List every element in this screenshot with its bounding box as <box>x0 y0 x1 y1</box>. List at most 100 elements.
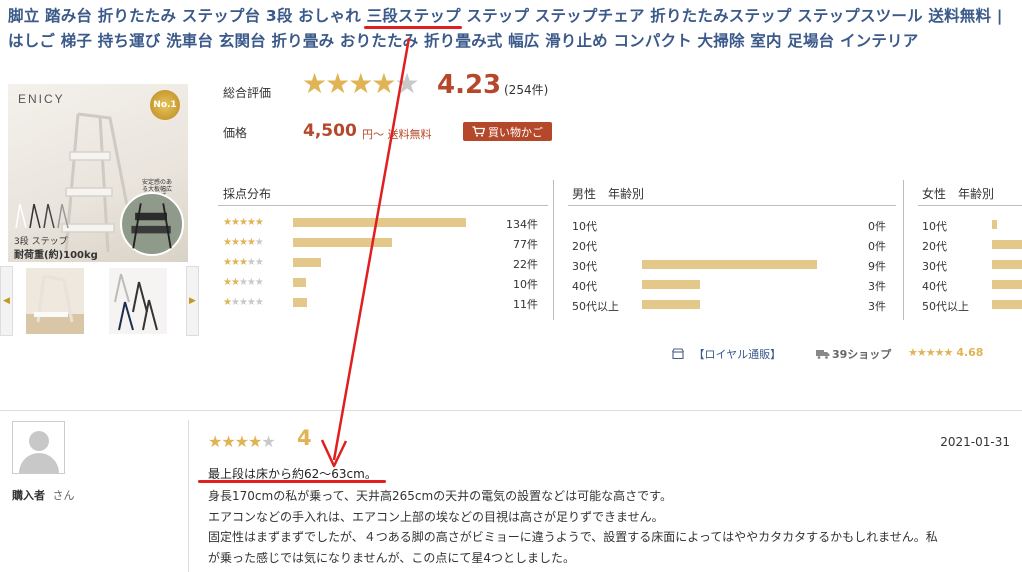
store-icon <box>672 348 684 360</box>
section-divider <box>0 410 1022 411</box>
shop-rating-value: 4.68 <box>956 346 984 359</box>
distribution-bar <box>293 258 322 267</box>
price-label: 価格 <box>223 126 248 140</box>
female-age-label: 30代 <box>922 260 947 273</box>
male-age-count: 3件 <box>868 300 886 313</box>
overall-rating-label: 総合評価 <box>223 86 272 100</box>
divider-dist-male <box>553 180 554 320</box>
reviewer-avatar <box>12 421 65 474</box>
male-age-label: 30代 <box>572 260 597 273</box>
distribution-bar <box>293 218 466 227</box>
male-age-rule <box>568 205 896 206</box>
annotation-underline-title <box>364 26 462 29</box>
male-age-title: 男性 年齢別 <box>572 187 645 201</box>
title-link-part2[interactable]: ステップ ステップチェア 折りたたみステップ ステップスツール 送料無料 | <box>461 7 1003 25</box>
reviewer-name-label: 購入者 <box>12 489 45 502</box>
product-title-line1: 脚立 踏み台 折りたたみ ステップ台 3段 おしゃれ 三段ステップ ステップ ス… <box>8 4 1018 29</box>
review-stars: ★★★★★ <box>208 432 276 451</box>
distribution-row-count[interactable]: 22件 <box>498 256 538 272</box>
review-divider <box>188 420 189 572</box>
shop-delivery: 39ショップ <box>816 346 891 362</box>
title-link-line2[interactable]: はしご 梯子 持ち運び 洗車台 玄関台 折り畳み おりたたみ 折り畳み式 幅広 … <box>8 32 918 50</box>
truck-icon <box>816 350 830 359</box>
female-age-bar <box>992 240 1022 249</box>
add-to-cart-button[interactable]: 買い物かご <box>463 122 552 141</box>
color-variants-icon <box>15 203 69 229</box>
male-age-count: 0件 <box>868 240 886 253</box>
female-age-title: 女性 年齢別 <box>922 187 995 201</box>
distribution-bar <box>293 278 306 287</box>
review-body-line: 身長170cmの私が乗って、天井高265cmの天井の電気の設置などは可能な高さで… <box>208 489 672 503</box>
female-age-label: 10代 <box>922 220 947 233</box>
review-score: 4 <box>297 426 312 450</box>
female-age-label: 20代 <box>922 240 947 253</box>
shop-name-link[interactable]: 【ロイヤル通販】 <box>694 348 782 361</box>
price-unit-shipping: 円～ 送料無料 <box>362 128 432 141</box>
distribution-title: 採点分布 <box>223 187 272 201</box>
distribution-bar <box>293 238 393 247</box>
distribution-row-count[interactable]: 77件 <box>498 236 538 252</box>
review-body-line: 固定性はまずまずでしたが、４つある脚の高さがビミョーに違うようで、設置する床面に… <box>208 530 938 544</box>
female-age-bar <box>992 300 1022 309</box>
distribution-row-count[interactable]: 10件 <box>498 276 538 292</box>
divider-male-female <box>903 180 904 320</box>
title-link-highlight[interactable]: 三段ステップ <box>367 7 461 25</box>
female-age-label: 40代 <box>922 280 947 293</box>
cart-icon <box>472 126 485 137</box>
female-age-rule <box>918 205 1022 206</box>
annotation-underline-headline <box>198 480 386 483</box>
distribution-row-stars[interactable]: ★★★★★ <box>223 277 264 289</box>
distribution-row-count[interactable]: 134件 <box>498 216 538 232</box>
shop-info: 【ロイヤル通販】 <box>672 346 781 362</box>
distribution-bar <box>293 298 308 307</box>
chevron-right-icon: ▶ <box>189 296 196 306</box>
male-age-count: 9件 <box>868 260 886 273</box>
male-age-label: 50代以上 <box>572 300 619 313</box>
reviewer-suffix: さん <box>52 489 75 502</box>
price-amount: 4,500 <box>303 121 357 141</box>
male-age-label: 10代 <box>572 220 597 233</box>
male-age-count: 3件 <box>868 280 886 293</box>
inset-detail-photo <box>120 192 184 256</box>
product-title: 脚立 踏み台 折りたたみ ステップ台 3段 おしゃれ 三段ステップ ステップ ス… <box>8 4 1018 54</box>
thumbnail-1[interactable] <box>26 268 84 334</box>
male-age-bar <box>642 260 817 269</box>
distribution-row-stars[interactable]: ★★★★★ <box>223 297 264 309</box>
thumbnail-carousel: ◀ ▶ <box>0 266 200 336</box>
overall-rating-stars: ★★★★★ <box>302 67 420 100</box>
male-age-label: 40代 <box>572 280 597 293</box>
female-age-bar <box>992 260 1022 269</box>
female-age-label: 50代以上 <box>922 300 969 313</box>
carousel-next-button[interactable]: ▶ <box>186 266 199 336</box>
overall-rating-value: 4.23 <box>437 70 502 100</box>
overall-rating-count[interactable]: (254件) <box>504 81 548 98</box>
male-age-bar <box>642 300 701 309</box>
review-body-line: エアコンなどの手入れは、エアコン上部の埃などの目視は高さが足りずできません。 <box>208 509 664 524</box>
thumbnail-2[interactable] <box>109 268 167 334</box>
male-age-label: 20代 <box>572 240 597 253</box>
distribution-row-count[interactable]: 11件 <box>498 296 538 312</box>
distribution-row-stars[interactable]: ★★★★★ <box>223 237 264 249</box>
ranking-medal-icon: No.1 <box>150 90 180 120</box>
distribution-rule <box>218 205 548 206</box>
shop-rating-stars: ★★★★★ <box>908 346 953 359</box>
distribution-row-stars[interactable]: ★★★★★ <box>223 257 264 269</box>
shop-delivery-label: 39ショップ <box>832 348 892 361</box>
male-age-bar <box>642 280 701 289</box>
male-age-count: 0件 <box>868 220 886 233</box>
chevron-left-icon: ◀ <box>3 296 10 306</box>
shop-rating: ★★★★★ 4.68 <box>908 346 983 359</box>
review-body-line: が乗った感じでは気になりませんが、この点にて星4つとしました。 <box>208 550 576 565</box>
carousel-prev-button[interactable]: ◀ <box>0 266 13 336</box>
distribution-row-stars[interactable]: ★★★★★ <box>223 217 264 229</box>
reviewer-name: 購入者 さん <box>12 487 75 503</box>
review-body: 身長170cmの私が乗って、天井高265cmの天井の電気の設置などは可能な高さで… <box>208 486 1014 568</box>
review-date: 2021-01-31 <box>940 435 1010 449</box>
image-caption-load: 耐荷重(約)100kg <box>14 250 98 261</box>
product-main-image[interactable]: ENICY No.1 3段 ステップ 耐荷重(約)100kg 安定感のある大板幅… <box>8 84 188 262</box>
female-age-bar <box>992 280 1022 289</box>
add-to-cart-label: 買い物かご <box>488 125 543 139</box>
title-link-part1[interactable]: 脚立 踏み台 折りたたみ ステップ台 3段 おしゃれ <box>8 7 367 25</box>
product-title-line2: はしご 梯子 持ち運び 洗車台 玄関台 折り畳み おりたたみ 折り畳み式 幅広 … <box>8 29 1018 54</box>
female-age-bar <box>992 220 997 229</box>
